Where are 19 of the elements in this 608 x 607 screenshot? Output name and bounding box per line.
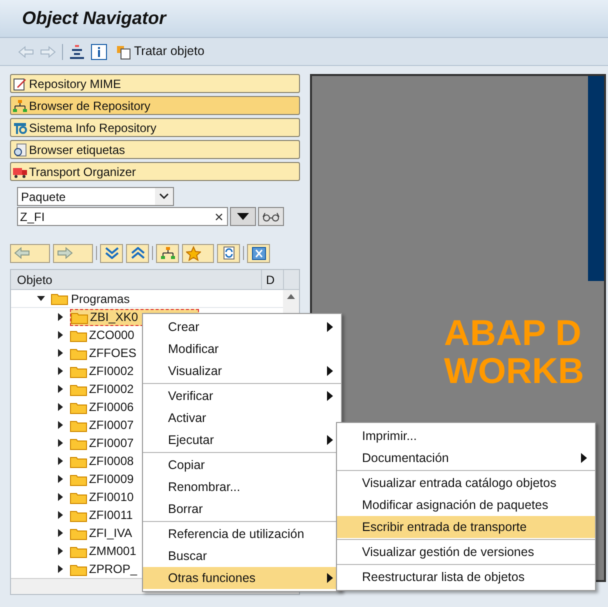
node-label: ZPROP_: [89, 561, 138, 578]
node-label: ZBI_XK0: [90, 309, 138, 326]
node-label: ZFI0006: [89, 399, 134, 416]
node-label: ZFI0002: [89, 363, 134, 380]
node-label: ZFI0009: [89, 471, 134, 488]
node-label: ZCO000: [89, 327, 134, 344]
node-label: ZFI0007: [89, 435, 134, 452]
node-label: ZFI0007: [89, 417, 134, 434]
node-label: ZFFOES: [89, 345, 136, 362]
node-label: ZMM001: [89, 543, 136, 560]
node-label: ZFI0002: [89, 381, 134, 398]
node-label: ZFI_IVA: [89, 525, 132, 542]
node-label: Programas: [71, 290, 130, 308]
splash-text: ABAP D: [444, 314, 582, 352]
node-label: ZFI0011: [89, 507, 133, 524]
window-title: Object Navigator: [22, 7, 166, 30]
splash-text: WORKB: [444, 352, 584, 390]
node-label: ZFI0008: [89, 453, 134, 470]
node-label: ZFI0010: [89, 489, 134, 506]
